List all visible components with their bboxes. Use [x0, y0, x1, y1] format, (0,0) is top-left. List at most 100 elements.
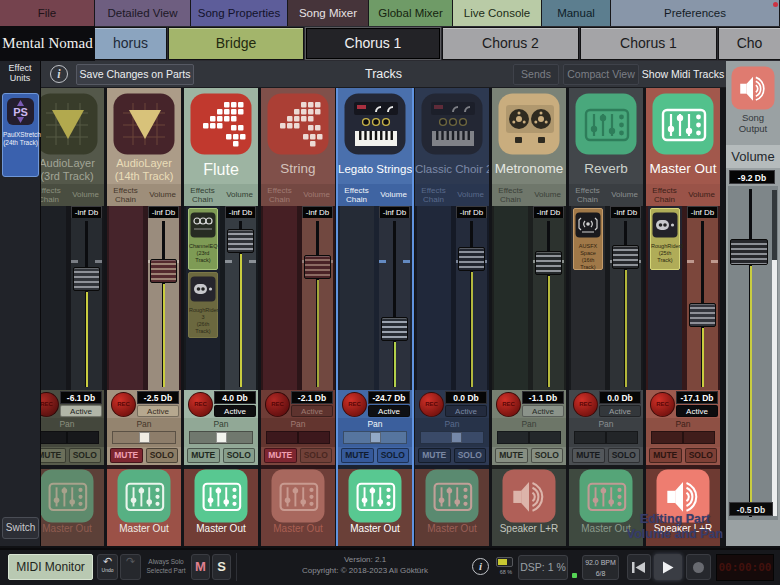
solo-button[interactable]: SOLO: [223, 448, 256, 463]
instrument-icon[interactable]: [41, 93, 98, 155]
mute-global-button[interactable]: M: [191, 554, 210, 580]
track-strip-reverb[interactable]: Reverb EffectsChain Volume AUSFX Space(1…: [569, 88, 643, 546]
volume-fader[interactable]: [302, 218, 333, 390]
output-routing[interactable]: Master Out: [184, 469, 258, 546]
song-output-fader[interactable]: -0.5 Db: [728, 186, 778, 520]
sends-button[interactable]: Sends: [513, 64, 559, 85]
undo-button[interactable]: ↶Undo: [97, 554, 118, 580]
mute-button[interactable]: MUTE: [41, 448, 66, 463]
info-icon-bottom[interactable]: i: [472, 558, 489, 575]
active-button[interactable]: Active: [368, 405, 410, 417]
pan-slider[interactable]: [651, 431, 715, 444]
track-strip-classic-choir-2[interactable]: Classic Choir 2 EffectsChain Volume -inf…: [415, 88, 489, 546]
pan-slider[interactable]: [343, 431, 407, 444]
instrument-icon[interactable]: [498, 93, 560, 155]
section-tab-5[interactable]: Cho: [719, 28, 780, 59]
menu-tab-live-console[interactable]: Live Console: [453, 0, 542, 26]
solo-button[interactable]: SOLO: [377, 448, 410, 463]
fader-handle[interactable]: [73, 267, 100, 291]
fader-handle[interactable]: [535, 251, 562, 275]
rec-button[interactable]: REC: [188, 392, 213, 417]
fader-handle[interactable]: [381, 317, 408, 341]
solo-global-button[interactable]: S: [212, 554, 231, 580]
pan-slider[interactable]: [420, 431, 484, 444]
rec-button[interactable]: REC: [342, 392, 367, 417]
show-midi-tracks-button[interactable]: Show Midi Tracks: [639, 64, 727, 85]
pan-slider[interactable]: [41, 431, 99, 444]
solo-button[interactable]: SOLO: [608, 448, 641, 463]
instrument-icon[interactable]: [190, 93, 252, 155]
active-button[interactable]: Active: [291, 405, 333, 417]
output-routing[interactable]: Speaker L+R: [492, 469, 566, 546]
mute-button[interactable]: MUTE: [495, 448, 528, 463]
active-button[interactable]: Active: [445, 405, 487, 417]
volume-fader[interactable]: [456, 218, 487, 390]
menu-tab-song-properties[interactable]: Song Properties: [191, 0, 288, 26]
effects-chain[interactable]: [417, 206, 451, 390]
rec-button[interactable]: REC: [650, 392, 675, 417]
pan-slider[interactable]: [574, 431, 638, 444]
effect-box[interactable]: ChannelEQ(23rdTrack): [188, 208, 218, 270]
volume-fader[interactable]: [379, 218, 410, 390]
track-strip-flute[interactable]: Flute EffectsChain Volume ChannelEQ(23rd…: [184, 88, 258, 546]
effects-chain[interactable]: [109, 206, 143, 390]
volume-fader[interactable]: [225, 218, 256, 390]
section-tab-0[interactable]: horus: [95, 28, 166, 59]
volume-fader[interactable]: [148, 218, 179, 390]
output-routing[interactable]: Master Out: [41, 469, 104, 546]
pan-slider[interactable]: [112, 431, 176, 444]
effects-chain[interactable]: [41, 206, 66, 390]
mute-button[interactable]: MUTE: [649, 448, 682, 463]
active-button[interactable]: Active: [214, 405, 256, 417]
mute-button[interactable]: MUTE: [264, 448, 297, 463]
record-button[interactable]: [686, 554, 711, 580]
pan-handle[interactable]: [139, 432, 150, 443]
play-button[interactable]: [654, 554, 682, 580]
bpm-display[interactable]: 92.0 BPM6/8: [582, 555, 619, 580]
volume-fader[interactable]: [687, 218, 718, 390]
active-button[interactable]: Active: [137, 405, 179, 417]
rec-button[interactable]: REC: [265, 392, 290, 417]
pan-handle[interactable]: [451, 432, 462, 443]
rec-button[interactable]: REC: [573, 392, 598, 417]
track-strip-audiolayer[interactable]: AudioLayer(14th Track) EffectsChain Volu…: [107, 88, 181, 546]
active-button[interactable]: Active: [522, 405, 564, 417]
effects-chain[interactable]: [263, 206, 297, 390]
output-routing[interactable]: Master Out: [338, 469, 412, 546]
mute-button[interactable]: MUTE: [341, 448, 374, 463]
effect-box[interactable]: RoughRider3(25th Track): [650, 208, 680, 270]
instrument-icon[interactable]: [267, 93, 329, 155]
fader-handle[interactable]: [304, 255, 331, 279]
active-button[interactable]: Active: [60, 405, 102, 417]
solo-button[interactable]: SOLO: [685, 448, 718, 463]
solo-button[interactable]: SOLO: [300, 448, 333, 463]
switch-button[interactable]: Switch: [2, 517, 39, 539]
effect-box[interactable]: RoughRider 3(26th Track): [188, 272, 218, 338]
track-strip-audiolayer[interactable]: AudioLayer(3rd Track) EffectsChain Volum…: [41, 88, 104, 546]
effects-chain[interactable]: RoughRider3(25th Track): [648, 206, 682, 390]
active-button[interactable]: Active: [676, 405, 718, 417]
section-tab-1[interactable]: Bridge: [169, 28, 303, 59]
pan-handle[interactable]: [216, 432, 227, 443]
go-to-start-button[interactable]: [627, 554, 651, 580]
fader-handle[interactable]: [227, 229, 254, 253]
redo-button[interactable]: ↷: [120, 554, 141, 580]
track-strip-string[interactable]: String EffectsChain Volume -inf Db REC -…: [261, 88, 335, 546]
solo-button[interactable]: SOLO: [454, 448, 487, 463]
instrument-icon[interactable]: [113, 93, 175, 155]
instrument-icon[interactable]: [652, 93, 714, 155]
fader-handle[interactable]: [612, 245, 639, 269]
song-output-speaker-icon[interactable]: [731, 66, 775, 110]
always-solo-label[interactable]: Always SoloSelected Part: [142, 558, 190, 576]
compact-view-button[interactable]: Compact View: [563, 64, 639, 85]
pan-slider[interactable]: [189, 431, 253, 444]
track-strip-metronome[interactable]: Metronome EffectsChain Volume -inf Db RE…: [492, 88, 566, 546]
menu-tab-preferences[interactable]: Preferences: [611, 0, 780, 26]
solo-button[interactable]: SOLO: [146, 448, 179, 463]
mute-button[interactable]: MUTE: [418, 448, 451, 463]
effect-unit-paulxstretch[interactable]: PS PaulXStretch(24th Track): [2, 93, 39, 177]
pan-handle[interactable]: [370, 432, 381, 443]
pan-slider[interactable]: [266, 431, 330, 444]
menu-tab-detailed-view[interactable]: Detailed View: [95, 0, 191, 26]
fader-handle[interactable]: [689, 303, 716, 327]
